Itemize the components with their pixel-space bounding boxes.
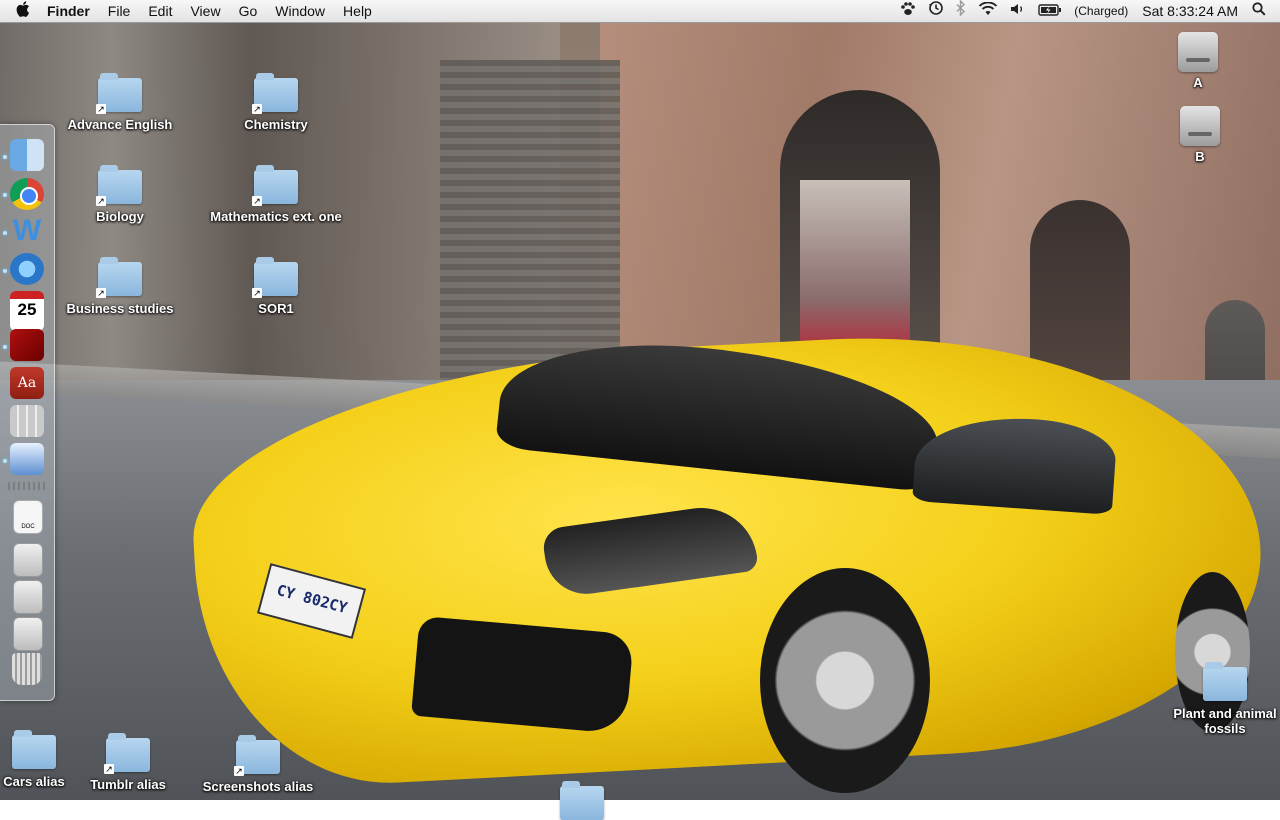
folder-icon: ↗ xyxy=(104,733,150,774)
hard-drive-icon xyxy=(1178,32,1218,72)
desktop-drive-a[interactable]: A xyxy=(1162,32,1234,90)
wallpaper-arch-door xyxy=(780,90,940,360)
desktop-folder-mathematics-ext-one[interactable]: ↗ Mathematics ext. one xyxy=(205,165,347,224)
folder-icon: ↗ xyxy=(96,257,142,298)
dock-trash-icon[interactable] xyxy=(12,653,42,685)
battery-status-text[interactable]: (Charged) xyxy=(1068,0,1134,22)
desktop-folder-biology[interactable]: ↗ Biology xyxy=(55,165,185,224)
desktop-icon-label: Screenshots alias xyxy=(202,779,314,794)
paw-icon[interactable] xyxy=(894,0,922,22)
desktop-folder-business-studies[interactable]: ↗ Business studies xyxy=(55,257,185,316)
running-indicator xyxy=(3,155,7,159)
ical-date-text: 25 xyxy=(17,300,37,319)
menu-help[interactable]: Help xyxy=(334,0,381,22)
alias-arrow-icon: ↗ xyxy=(96,196,106,206)
dock-document-stack-icon[interactable] xyxy=(13,617,43,651)
wallpaper-shutter xyxy=(440,60,620,390)
dock-document-stack-icon[interactable] xyxy=(13,580,43,614)
dock-ical-icon[interactable]: 25 xyxy=(10,291,44,331)
running-indicator xyxy=(3,231,7,235)
menu-bar: Finder File Edit View Go Window Help (Ch… xyxy=(0,0,1280,23)
dock-photo-booth-icon[interactable] xyxy=(10,329,44,361)
alias-arrow-icon: ↗ xyxy=(234,766,244,776)
desktop-icon-label: SOR1 xyxy=(258,301,294,316)
folder-icon xyxy=(1203,662,1247,701)
desktop-icon-label: Chemistry xyxy=(244,117,308,132)
menu-go[interactable]: Go xyxy=(230,0,267,22)
menu-app-finder[interactable]: Finder xyxy=(38,0,99,22)
desktop-folder-cars-alias[interactable]: Cars alias xyxy=(0,730,68,789)
wallpaper-car-wheel xyxy=(760,568,930,793)
dictionary-glyph-text: Aa xyxy=(17,375,37,391)
desktop-icon-label: Advance English xyxy=(67,117,173,132)
wallpaper-car-grille xyxy=(411,615,634,735)
desktop-icon-label: Mathematics ext. one xyxy=(210,209,342,224)
desktop-icon-label: A xyxy=(1193,75,1203,90)
dock-finder-icon[interactable] xyxy=(10,139,44,171)
bluetooth-icon[interactable] xyxy=(950,0,972,22)
volume-icon[interactable] xyxy=(1004,0,1032,22)
folder-icon: ↗ xyxy=(234,735,280,776)
desktop-icon-label: Biology xyxy=(96,209,144,224)
menu-edit[interactable]: Edit xyxy=(139,0,181,22)
alias-arrow-icon: ↗ xyxy=(252,196,262,206)
menu-view[interactable]: View xyxy=(181,0,229,22)
alias-arrow-icon: ↗ xyxy=(104,764,114,774)
dock-itunes-icon[interactable] xyxy=(10,253,44,285)
desktop-icon-label: Plant and animal fossils xyxy=(1173,706,1277,736)
dock: W 25 Aa DOC xyxy=(0,124,55,701)
wifi-icon[interactable] xyxy=(972,0,1004,22)
menu-window[interactable]: Window xyxy=(266,0,334,22)
dock-word-icon[interactable]: W xyxy=(10,215,44,247)
running-indicator xyxy=(3,459,7,463)
menu-file[interactable]: File xyxy=(99,0,140,22)
hard-drive-icon xyxy=(1180,106,1220,146)
running-indicator xyxy=(3,269,7,273)
doc-file-text: DOC xyxy=(21,524,35,530)
desktop-folder-tumblr-alias[interactable]: ↗ Tumblr alias xyxy=(78,733,178,792)
desktop-icon-label: Cars alias xyxy=(3,774,65,789)
battery-icon[interactable] xyxy=(1032,0,1068,22)
dock-preview-icon[interactable] xyxy=(10,443,44,475)
folder-icon: ↗ xyxy=(252,165,298,206)
folder-icon xyxy=(12,730,56,769)
alias-arrow-icon: ↗ xyxy=(252,104,262,114)
time-machine-icon[interactable] xyxy=(922,0,950,22)
desktop-icon-label: Business studies xyxy=(66,301,174,316)
dock-dictionary-icon[interactable]: Aa xyxy=(10,367,44,399)
folder-icon xyxy=(560,781,604,820)
apple-menu-icon[interactable] xyxy=(8,0,38,22)
spotlight-search-icon[interactable] xyxy=(1246,0,1272,22)
folder-icon: ↗ xyxy=(252,73,298,114)
dock-chrome-icon[interactable] xyxy=(10,178,44,210)
menubar-clock[interactable]: Sat 8:33:24 AM xyxy=(1134,0,1246,22)
alias-arrow-icon: ↗ xyxy=(96,104,106,114)
desktop-folder-sor1[interactable]: ↗ SOR1 xyxy=(211,257,341,316)
desktop-wallpaper: CY 802CY xyxy=(0,0,1280,800)
folder-icon: ↗ xyxy=(252,257,298,298)
desktop-folder-partial[interactable] xyxy=(517,781,647,820)
dock-separator[interactable] xyxy=(8,482,46,490)
dock-document-stack-icon[interactable] xyxy=(13,543,43,577)
folder-icon: ↗ xyxy=(96,165,142,206)
dock-doc-file-icon[interactable]: DOC xyxy=(13,500,43,534)
desktop-drive-b[interactable]: B xyxy=(1164,106,1236,164)
desktop-icon-label: B xyxy=(1195,149,1205,164)
desktop-folder-plant-and-animal-fossils[interactable]: Plant and animal fossils xyxy=(1170,662,1280,736)
alias-arrow-icon: ↗ xyxy=(252,288,262,298)
alias-arrow-icon: ↗ xyxy=(96,288,106,298)
desktop-folder-chemistry[interactable]: ↗ Chemistry xyxy=(211,73,341,132)
desktop-icon-label: Tumblr alias xyxy=(90,777,166,792)
running-indicator xyxy=(3,193,7,197)
desktop-folder-screenshots-alias[interactable]: ↗ Screenshots alias xyxy=(198,735,318,794)
running-indicator xyxy=(3,345,7,349)
folder-icon: ↗ xyxy=(96,73,142,114)
desktop-folder-advance-english[interactable]: ↗ Advance English xyxy=(55,73,185,132)
dock-calculator-icon[interactable] xyxy=(10,405,44,437)
